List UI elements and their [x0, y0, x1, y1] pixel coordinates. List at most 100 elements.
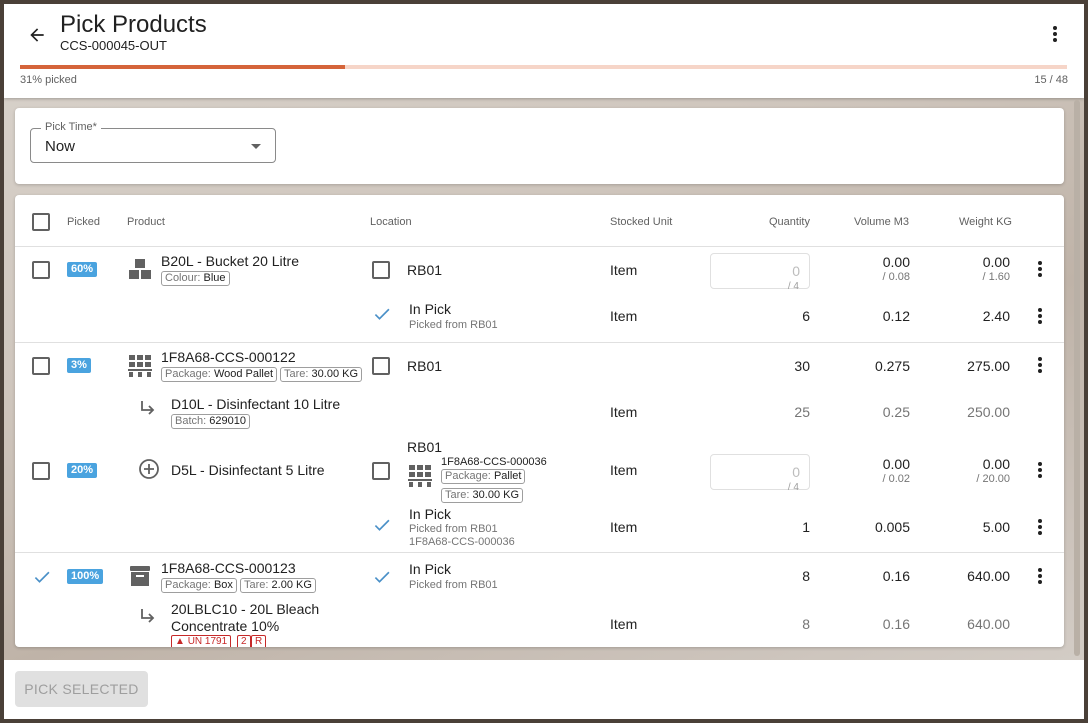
weight-total: / 1.60: [982, 271, 1010, 283]
scrollbar[interactable]: [1074, 100, 1080, 656]
product-name: 1F8A68-CCS-000123: [161, 560, 296, 576]
hazard-r-chip: R: [251, 635, 267, 647]
boxes-icon: [129, 259, 151, 279]
weight-value: 0.00: [982, 254, 1010, 270]
volume-value: 0.275: [874, 358, 910, 374]
pick-progress-fill: [20, 65, 345, 69]
product-name: 1F8A68-CCS-000122: [161, 349, 296, 365]
check-icon: [374, 571, 390, 583]
more-vert-icon: [1038, 261, 1042, 277]
pick-time-select[interactable]: Pick Time* Now: [30, 121, 276, 163]
col-weight: Weight KG: [959, 216, 1012, 228]
page-title: Pick Products: [60, 11, 207, 38]
progress-count: 15 / 48: [1034, 74, 1068, 86]
location-status: In Pick: [409, 561, 452, 577]
volume-value: 0.16: [882, 568, 910, 584]
add-circle-icon: [139, 459, 159, 479]
check-icon: [374, 519, 390, 531]
pallet-icon: [128, 355, 152, 377]
quantity-value: 6: [802, 308, 810, 324]
pick-time-card: Pick Time* Now: [15, 108, 1064, 184]
check-icon: [34, 571, 50, 583]
col-product: Product: [127, 216, 165, 228]
table-row: 60% B20L - Bucket 20 Litre Colour: Blue …: [15, 247, 1064, 342]
tare-chip: Tare: 2.00 KG: [240, 578, 316, 593]
location-status: In Pick: [409, 506, 452, 522]
arrow-back-icon: [30, 28, 44, 42]
volume-value: 0.005: [874, 519, 910, 535]
product-name: D5L - Disinfectant 5 Litre: [171, 462, 325, 478]
more-menu-button[interactable]: [1044, 20, 1066, 48]
pick-selected-button[interactable]: PICK SELECTED: [15, 671, 148, 707]
volume-value: 0.12: [882, 308, 910, 324]
volume-value: 0.16: [882, 616, 910, 632]
app-frame: Pick Products CCS-000045-OUT 31% picked …: [4, 4, 1084, 719]
select-all-checkbox[interactable]: [32, 213, 50, 231]
location-status: In Pick: [409, 301, 452, 317]
table-row: 100% 1F8A68-CCS-000123 Package: Box Tare…: [15, 553, 1064, 647]
weight-value: 0.00: [982, 456, 1010, 472]
row-menu-button[interactable]: [1032, 305, 1048, 327]
row-menu-button[interactable]: [1032, 354, 1048, 376]
location-picked-from: Picked from RB01: [409, 319, 498, 331]
more-vert-icon: [1038, 519, 1042, 535]
more-vert-icon: [1053, 26, 1057, 42]
package-chip: Package: Wood Pallet: [161, 367, 278, 382]
stocked-unit: Item: [610, 404, 638, 420]
quantity-value: 30: [794, 358, 810, 374]
quantity-value: 1: [802, 519, 810, 535]
subdirectory-arrow-icon: [141, 401, 155, 415]
volume-total: / 0.02: [882, 473, 910, 485]
quantity-value: 25: [794, 404, 810, 420]
child-product-name-line1: 20LBLC10 - 20L Bleach: [171, 601, 320, 617]
location-checkbox[interactable]: [372, 357, 390, 375]
col-quantity: Quantity: [769, 216, 810, 228]
batch-chip: Batch: 629010: [171, 414, 250, 429]
child-product-name-line2: Concentrate 10%: [171, 618, 280, 634]
product-name: B20L - Bucket 20 Litre: [161, 253, 300, 269]
table-row: 20% D5L - Disinfectant 5 Litre RB01 1F8A…: [15, 435, 1064, 553]
more-vert-icon: [1038, 568, 1042, 584]
location-code: RB01: [407, 358, 443, 374]
row-checkbox[interactable]: [32, 261, 50, 279]
row-checkbox[interactable]: [32, 462, 50, 480]
col-volume: Volume M3: [854, 216, 910, 228]
row-menu-button[interactable]: [1032, 565, 1048, 587]
volume-value: 0.00: [882, 254, 910, 270]
volume-value: 0.00: [882, 456, 910, 472]
subdirectory-arrow-icon: [141, 609, 155, 623]
location-checkbox[interactable]: [372, 261, 390, 279]
location-code: RB01: [407, 262, 443, 278]
stocked-unit: Item: [610, 519, 638, 535]
row-menu-button[interactable]: [1032, 459, 1048, 481]
back-button[interactable]: [22, 20, 52, 50]
tare-chip: Tare: 30.00 KG: [441, 488, 524, 503]
check-icon: [374, 308, 390, 320]
pick-time-value: Now: [45, 138, 76, 155]
hazard-class-chip: 2: [237, 635, 251, 647]
row-menu-button[interactable]: [1032, 516, 1048, 538]
picked-badge: 100%: [67, 569, 104, 584]
col-location: Location: [370, 216, 412, 228]
row-menu-button[interactable]: [1032, 258, 1048, 280]
volume-value: 0.25: [882, 404, 910, 420]
colour-chip: Colour: Blue: [161, 271, 230, 286]
progress-label: 31% picked: [20, 74, 77, 86]
location-checkbox[interactable]: [372, 462, 390, 480]
package-chip: Package: Box: [161, 578, 237, 593]
stocked-unit: Item: [610, 616, 638, 632]
weight-value: 250.00: [967, 404, 1010, 420]
weight-value: 2.40: [982, 308, 1010, 324]
quantity-input[interactable]: 0/ 4: [710, 454, 810, 493]
picked-badge: 3%: [67, 358, 91, 373]
more-vert-icon: [1038, 357, 1042, 373]
picked-badge: 60%: [67, 262, 98, 277]
location-pallet: 1F8A68-CCS-000036: [409, 536, 515, 548]
volume-total: / 0.08: [882, 271, 910, 283]
quantity-input[interactable]: 0/ 4: [710, 253, 810, 292]
page-subtitle: CCS-000045-OUT: [60, 38, 167, 53]
package-chip: Package: Pallet: [441, 469, 526, 484]
row-checkbox[interactable]: [32, 357, 50, 375]
col-picked: Picked: [67, 216, 101, 228]
weight-value: 640.00: [967, 616, 1010, 632]
